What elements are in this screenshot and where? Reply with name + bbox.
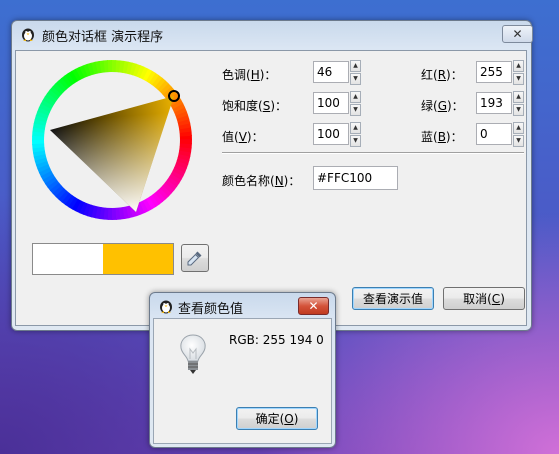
value-label: 值(V)： [222, 130, 264, 144]
color-value-dialog-titlebar[interactable]: 查看颜色值 ✕ [150, 293, 335, 319]
rgb-value-message: RGB: 255 194 0 [229, 333, 324, 347]
green-label: 绿(G)： [421, 99, 464, 113]
eyedropper-icon [187, 251, 202, 266]
blue-spinner[interactable]: ▲ ▼ [513, 122, 524, 147]
spin-up-icon[interactable]: ▲ [513, 122, 524, 134]
hue-spinner[interactable]: ▲ ▼ [350, 60, 361, 85]
spin-down-icon[interactable]: ▼ [350, 73, 361, 85]
hue-ring-segment[interactable] [179, 139, 192, 145]
close-icon: ✕ [512, 27, 523, 41]
hue-label: 色调(H)： [222, 68, 277, 82]
color-preview [32, 243, 174, 275]
app-penguin-icon [22, 28, 34, 42]
spin-up-icon[interactable]: ▲ [513, 60, 524, 72]
spin-up-icon[interactable]: ▲ [350, 122, 361, 134]
separator [222, 152, 524, 154]
color-dialog-title: 颜色对话框 演示程序 [42, 30, 164, 45]
close-icon: ✕ [308, 299, 319, 313]
spin-up-icon[interactable]: ▲ [513, 91, 524, 103]
red-spinner[interactable]: ▲ ▼ [513, 60, 524, 85]
color-value-dialog-window: 查看颜色值 ✕ RGB: 255 194 0 确定(O) [149, 292, 336, 448]
app-penguin-icon [160, 300, 172, 314]
red-label: 红(R)： [421, 68, 463, 82]
color-dialog-window: 颜色对话框 演示程序 ✕ 色调(H)： 46 ▲ ▼ 饱和度(S)： 100 ▲… [11, 20, 533, 331]
cancel-button[interactable]: 取消(C) [443, 287, 525, 310]
saturation-label: 饱和度(S)： [222, 99, 287, 113]
value-input[interactable]: 100 [313, 123, 349, 145]
blue-input[interactable]: 0 [476, 123, 512, 145]
saturation-input[interactable]: 100 [313, 92, 349, 114]
spin-down-icon[interactable]: ▼ [350, 104, 361, 116]
color-name-input[interactable]: #FFC100 [313, 166, 398, 190]
lightbulb-icon [180, 334, 206, 374]
saturation-spinner[interactable]: ▲ ▼ [350, 91, 361, 116]
spin-down-icon[interactable]: ▼ [350, 135, 361, 147]
color-value-dialog-client: RGB: 255 194 0 确定(O) [153, 318, 332, 444]
blue-label: 蓝(B)： [421, 130, 463, 144]
green-input[interactable]: 193 [476, 92, 512, 114]
green-spinner[interactable]: ▲ ▼ [513, 91, 524, 116]
red-input[interactable]: 255 [476, 61, 512, 83]
spin-down-icon[interactable]: ▼ [513, 73, 524, 85]
spin-down-icon[interactable]: ▼ [513, 135, 524, 147]
old-color-swatch [33, 244, 103, 274]
color-dialog-close-button[interactable]: ✕ [502, 25, 533, 43]
spin-up-icon[interactable]: ▲ [350, 60, 361, 72]
ok-button[interactable]: 确定(O) [236, 407, 318, 430]
spin-up-icon[interactable]: ▲ [350, 91, 361, 103]
color-name-label: 颜色名称(N)： [222, 174, 301, 188]
color-wheel[interactable] [32, 60, 192, 220]
eyedropper-button[interactable] [181, 244, 209, 272]
new-color-swatch [103, 244, 173, 274]
spin-down-icon[interactable]: ▼ [513, 104, 524, 116]
color-value-dialog-title: 查看颜色值 [178, 302, 244, 317]
color-dialog-client: 色调(H)： 46 ▲ ▼ 饱和度(S)： 100 ▲ ▼ 值(V)： 100 ▲ ▼… [15, 50, 527, 326]
color-value-dialog-close-button[interactable]: ✕ [298, 297, 329, 315]
view-demo-value-button[interactable]: 查看演示值 [352, 287, 434, 310]
hue-input[interactable]: 46 [313, 61, 349, 83]
color-dialog-titlebar[interactable]: 颜色对话框 演示程序 ✕ [12, 21, 533, 47]
value-spinner[interactable]: ▲ ▼ [350, 122, 361, 147]
